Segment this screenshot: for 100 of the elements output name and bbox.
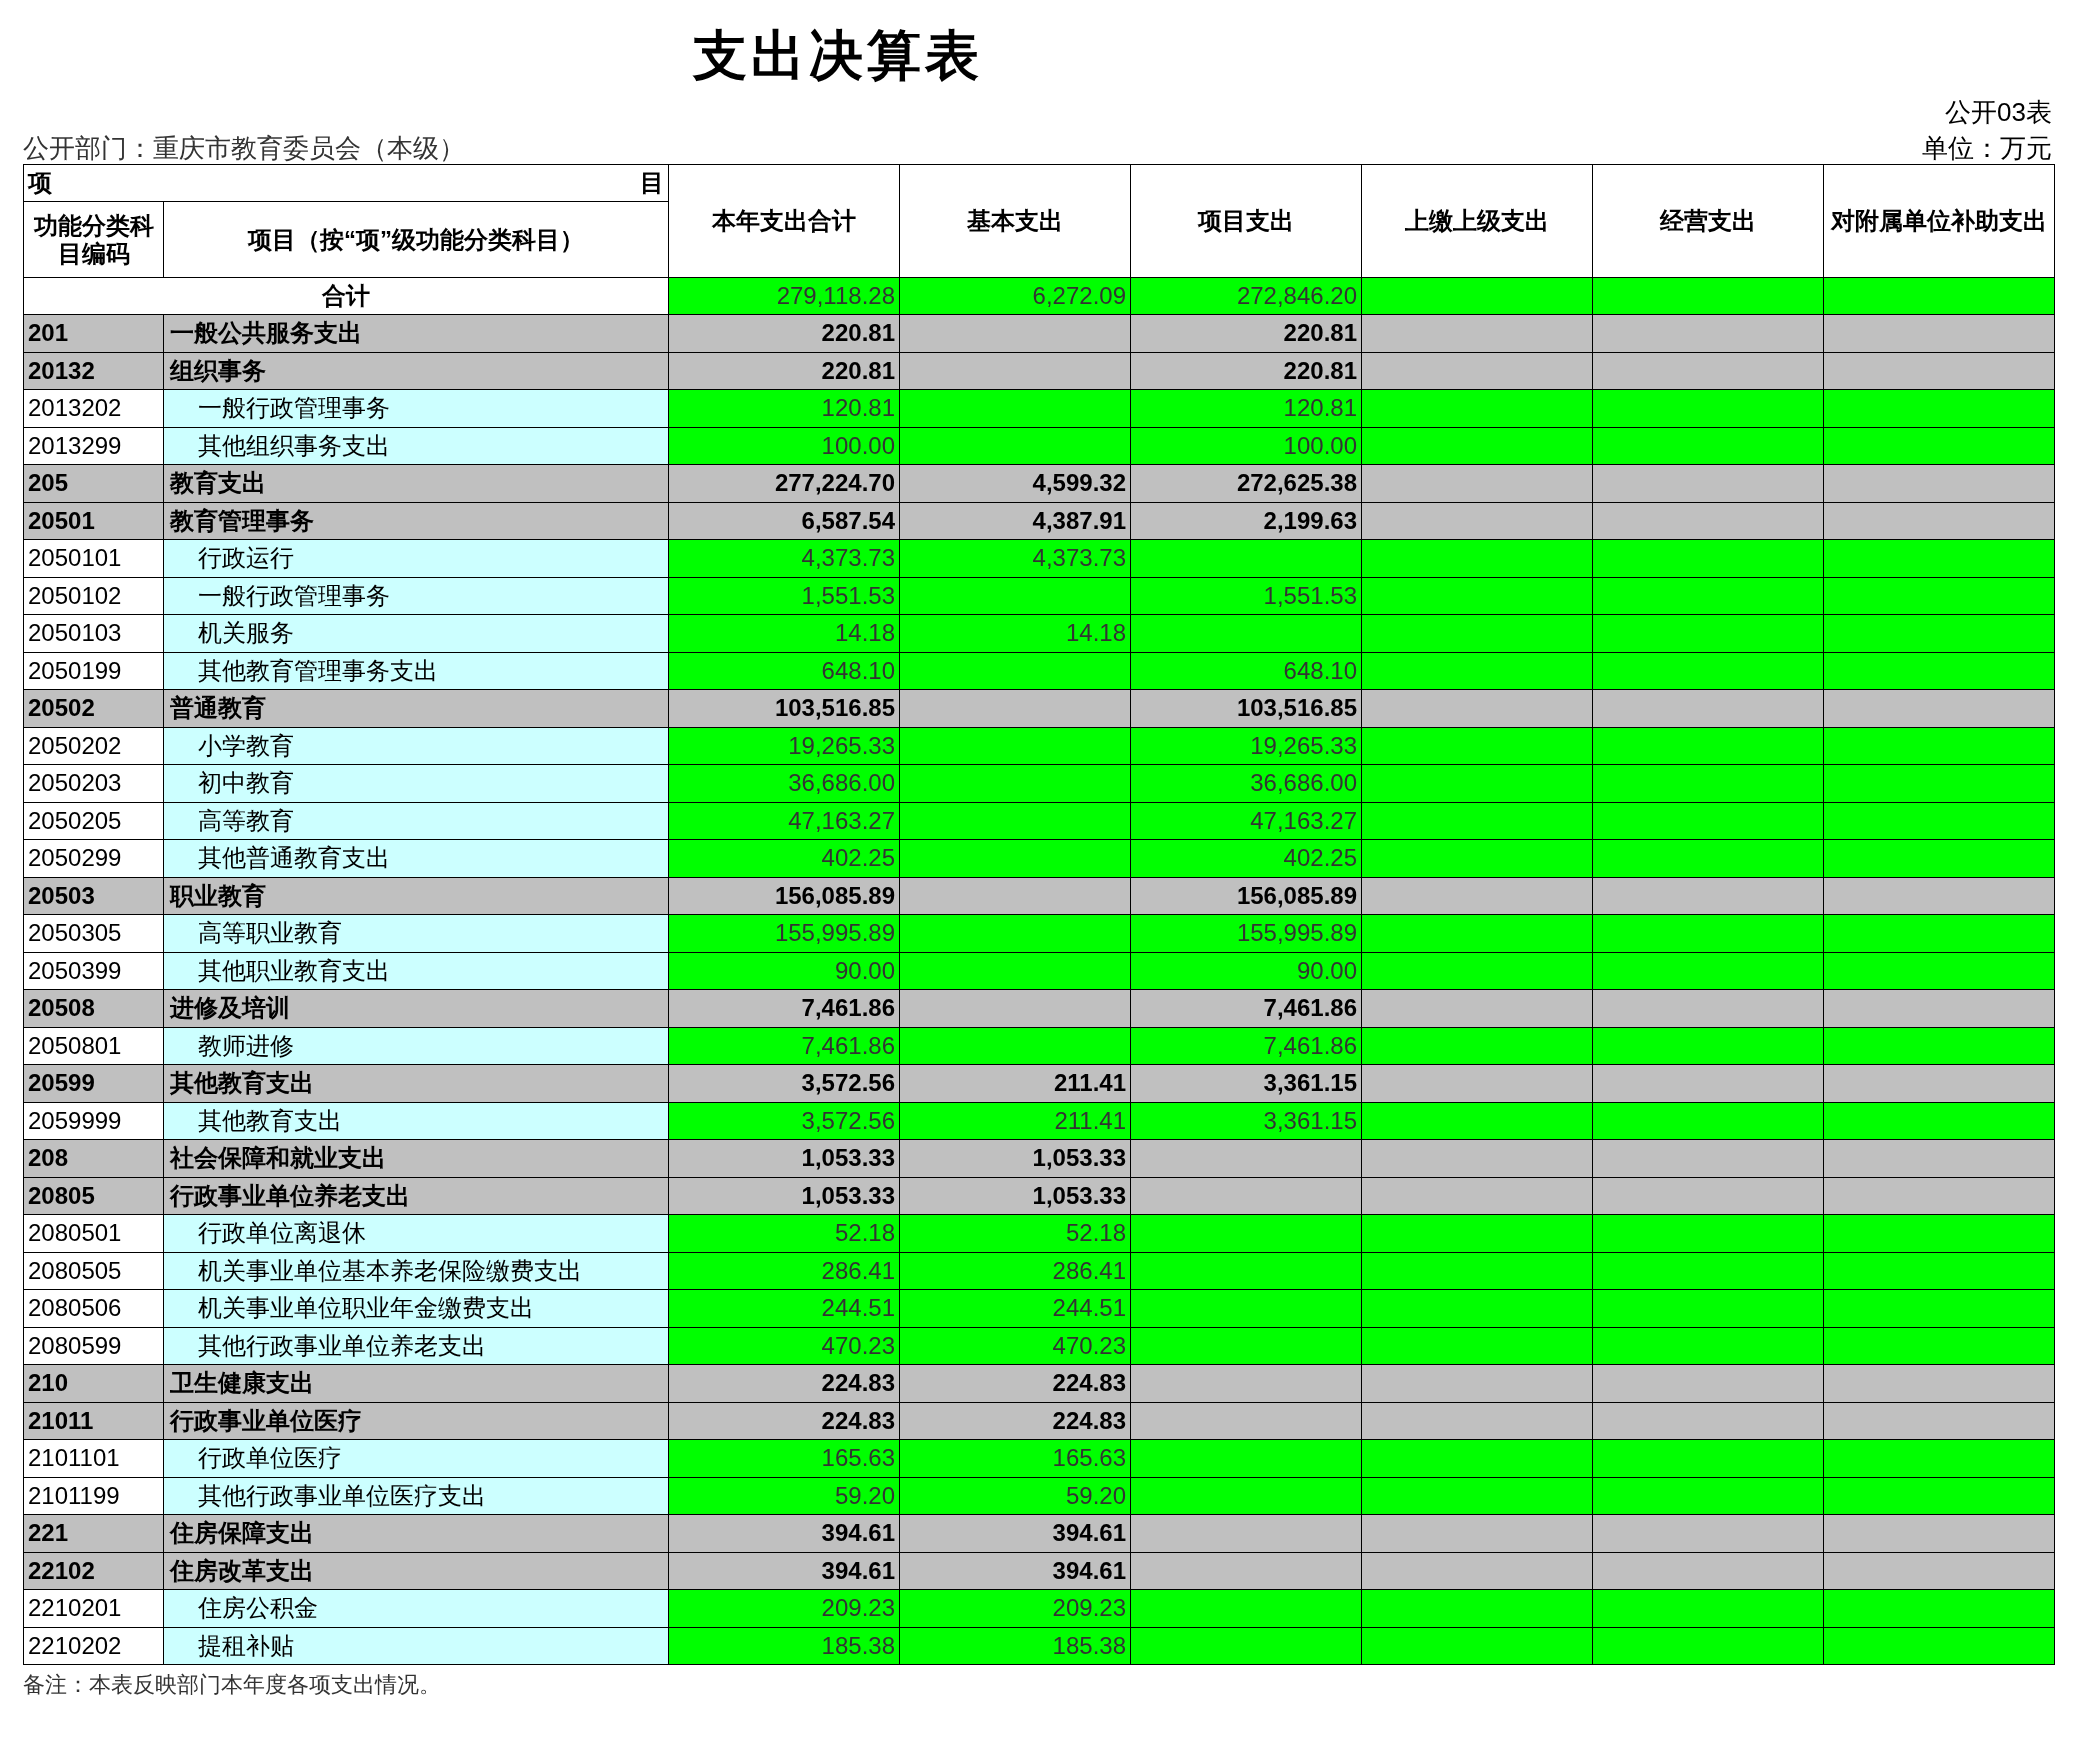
table-cell: 2050801 (23, 1027, 164, 1065)
table-cell: 100.00 (668, 427, 900, 465)
table-cell: 小学教育 (163, 727, 669, 765)
table-cell: 220.81 (1130, 314, 1362, 352)
column-header: 功能分类科目编码 (23, 201, 164, 278)
table-cell: 2050203 (23, 764, 164, 802)
table-cell: 3,361.15 (1130, 1102, 1362, 1140)
table-cell: 2050202 (23, 727, 164, 765)
table-cell: 2050299 (23, 839, 164, 877)
table-cell: 卫生健康支出 (163, 1364, 669, 1402)
table-cell: 1,551.53 (1130, 577, 1362, 615)
table-cell: 行政运行 (163, 539, 669, 577)
table-cell: 220.81 (668, 352, 900, 390)
table-cell: 286.41 (668, 1252, 900, 1290)
table-cell: 其他职业教育支出 (163, 952, 669, 990)
table-cell: 2050399 (23, 952, 164, 990)
table-cell: 20508 (23, 989, 164, 1027)
table-cell: 211.41 (899, 1102, 1131, 1140)
table-cell: 36,686.00 (668, 764, 900, 802)
unit-label: 单位：万元 (1922, 132, 2052, 164)
total-label: 合计 (23, 277, 669, 315)
table-cell: 220.81 (668, 314, 900, 352)
table-cell: 其他行政事业单位养老支出 (163, 1327, 669, 1365)
table-cell: 2059999 (23, 1102, 164, 1140)
table-cell: 7,461.86 (1130, 1027, 1362, 1065)
table-cell: 1,053.33 (899, 1177, 1131, 1215)
table-cell: 其他普通教育支出 (163, 839, 669, 877)
table-cell: 19,265.33 (1130, 727, 1362, 765)
table-cell: 47,163.27 (1130, 802, 1362, 840)
table-cell: 2050102 (23, 577, 164, 615)
table-cell: 2101199 (23, 1477, 164, 1515)
table-cell: 2210201 (23, 1589, 164, 1627)
table-cell: 208 (23, 1139, 164, 1177)
table-cell: 20502 (23, 689, 164, 727)
table-cell: 165.63 (668, 1439, 900, 1477)
table-cell: 165.63 (899, 1439, 1131, 1477)
table-cell: 224.83 (899, 1402, 1131, 1440)
table-cell: 394.61 (899, 1552, 1131, 1590)
table-cell: 4,387.91 (899, 502, 1131, 540)
table-cell: 286.41 (899, 1252, 1131, 1290)
table-cell: 90.00 (1130, 952, 1362, 990)
table-cell: 185.38 (668, 1627, 900, 1665)
table-cell: 6,272.09 (899, 277, 1131, 315)
table-cell: 20503 (23, 877, 164, 915)
table-cell: 高等教育 (163, 802, 669, 840)
table-cell: 209.23 (668, 1589, 900, 1627)
table-cell: 211.41 (899, 1064, 1131, 1102)
table-cell: 其他教育支出 (163, 1064, 669, 1102)
report-title: 支出决算表 (692, 28, 983, 82)
table-cell: 2013299 (23, 427, 164, 465)
table-cell: 648.10 (668, 652, 900, 690)
table-cell: 224.83 (668, 1364, 900, 1402)
table-cell: 高等职业教育 (163, 914, 669, 952)
table-cell: 初中教育 (163, 764, 669, 802)
column-header: 基本支出 (899, 164, 1131, 278)
table-cell: 201 (23, 314, 164, 352)
table-cell: 4,373.73 (668, 539, 900, 577)
table-cell: 2080505 (23, 1252, 164, 1290)
table-cell: 277,224.70 (668, 464, 900, 502)
table-cell: 209.23 (899, 1589, 1131, 1627)
table-cell: 提租补贴 (163, 1627, 669, 1665)
table-cell: 648.10 (1130, 652, 1362, 690)
column-header: 上缴上级支出 (1361, 164, 1593, 278)
table-cell: 103,516.85 (668, 689, 900, 727)
department-label: 公开部门：重庆市教育委员会（本级） (23, 132, 465, 164)
table-cell: 2050101 (23, 539, 164, 577)
table-cell: 2050305 (23, 914, 164, 952)
table-cell: 156,085.89 (1130, 877, 1362, 915)
table-cell: 4,373.73 (899, 539, 1131, 577)
table-cell: 一般行政管理事务 (163, 577, 669, 615)
table-cell: 156,085.89 (668, 877, 900, 915)
table-cell: 2,199.63 (1130, 502, 1362, 540)
table-cell: 20132 (23, 352, 164, 390)
table-cell: 224.83 (899, 1364, 1131, 1402)
table-cell: 1,053.33 (668, 1177, 900, 1215)
column-header: 经营支出 (1592, 164, 1824, 278)
table-cell: 36,686.00 (1130, 764, 1362, 802)
table-cell: 7,461.86 (1130, 989, 1362, 1027)
table-cell: 6,587.54 (668, 502, 900, 540)
table-cell: 2080506 (23, 1289, 164, 1327)
table-cell: 155,995.89 (1130, 914, 1362, 952)
table-cell: 2050199 (23, 652, 164, 690)
table-cell: 20501 (23, 502, 164, 540)
table-cell: 行政单位医疗 (163, 1439, 669, 1477)
table-cell: 155,995.89 (668, 914, 900, 952)
form-number: 公开03表 (1945, 96, 2052, 128)
table-cell: 1,053.33 (899, 1139, 1131, 1177)
table-cell: 住房改革支出 (163, 1552, 669, 1590)
table-cell: 其他教育管理事务支出 (163, 652, 669, 690)
table-cell: 4,599.32 (899, 464, 1131, 502)
table-cell: 其他行政事业单位医疗支出 (163, 1477, 669, 1515)
table-cell: 7,461.86 (668, 1027, 900, 1065)
column-header: 项目支出 (1130, 164, 1362, 278)
table-cell: 20599 (23, 1064, 164, 1102)
table-cell: 52.18 (899, 1214, 1131, 1252)
table-cell: 20805 (23, 1177, 164, 1215)
table-cell: 244.51 (899, 1289, 1131, 1327)
table-cell: 21011 (23, 1402, 164, 1440)
table-cell: 244.51 (668, 1289, 900, 1327)
table-cell: 185.38 (899, 1627, 1131, 1665)
